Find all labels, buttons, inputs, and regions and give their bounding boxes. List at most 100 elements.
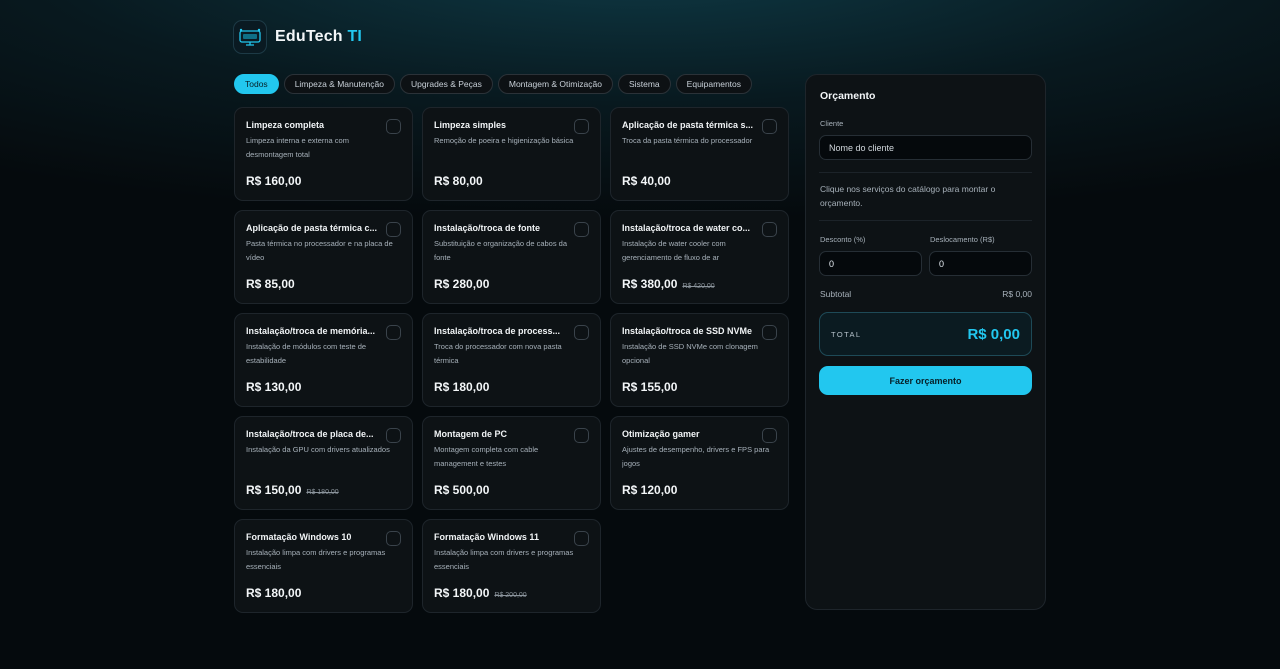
service-description: Instalação limpa com drivers e programas… bbox=[246, 548, 386, 571]
filter-chip-todos[interactable]: Todos bbox=[234, 74, 279, 94]
service-price: R$ 150,00 bbox=[246, 483, 302, 497]
checkbox-icon[interactable] bbox=[386, 119, 401, 134]
service-card[interactable]: Otimização gamer Ajustes de desempenho, … bbox=[610, 416, 789, 510]
price-row: R$ 380,00 R$ 420,00 bbox=[622, 277, 715, 291]
service-card[interactable]: Limpeza completa Limpeza interna e exter… bbox=[234, 107, 413, 201]
filter-chip-sistema[interactable]: Sistema bbox=[617, 74, 671, 94]
service-description: Instalação da GPU com drivers atualizado… bbox=[246, 445, 390, 454]
service-description: Troca da pasta térmica do processador bbox=[622, 136, 753, 145]
checkbox-icon[interactable] bbox=[386, 325, 401, 340]
filter-chip-limpeza[interactable]: Limpeza & Manutenção bbox=[283, 74, 395, 94]
service-description: Montagem completa com cable management e… bbox=[434, 445, 539, 468]
service-title: Instalação/troca de process... bbox=[434, 326, 561, 336]
service-title: Formatação Windows 10 bbox=[246, 532, 352, 542]
client-label: Cliente bbox=[820, 119, 844, 128]
service-description: Remoção de poeira e higienização básica bbox=[434, 136, 574, 145]
service-price: R$ 120,00 bbox=[622, 483, 678, 497]
service-title: Instalação/troca de memória... bbox=[246, 326, 376, 336]
service-card[interactable]: Limpeza simples Remoção de poeira e higi… bbox=[422, 107, 601, 201]
service-card[interactable]: Instalação/troca de memória... Instalaçã… bbox=[234, 313, 413, 407]
service-description: Ajustes de desempenho, drivers e FPS par… bbox=[622, 445, 770, 468]
service-description: Instalação limpa com drivers e programas… bbox=[434, 548, 574, 571]
total-label: TOTAL bbox=[831, 329, 862, 339]
service-card[interactable]: Aplicação de pasta térmica s... Troca da… bbox=[610, 107, 789, 201]
subtotal-value: R$ 0,00 bbox=[1002, 289, 1032, 299]
service-price: R$ 40,00 bbox=[622, 174, 671, 188]
service-card[interactable]: Formatação Windows 11 Instalação limpa c… bbox=[422, 519, 601, 613]
checkbox-icon[interactable] bbox=[762, 325, 777, 340]
service-price: R$ 85,00 bbox=[246, 277, 295, 291]
subtotal-label: Subtotal bbox=[820, 289, 852, 299]
total-box: TOTAL R$ 0,00 bbox=[819, 312, 1032, 356]
filter-chip-montagem[interactable]: Montagem & Otimização bbox=[497, 74, 613, 94]
logo-icon bbox=[233, 20, 267, 54]
category-filters: Todos Limpeza & Manutenção Upgrades & Pe… bbox=[234, 74, 753, 94]
checkbox-icon[interactable] bbox=[574, 222, 589, 237]
checkbox-icon[interactable] bbox=[762, 428, 777, 443]
service-card[interactable]: Formatação Windows 10 Instalação limpa c… bbox=[234, 519, 413, 613]
service-card[interactable]: Aplicação de pasta térmica c... Pasta té… bbox=[234, 210, 413, 304]
service-description: Troca do processador com nova pasta térm… bbox=[434, 342, 562, 365]
service-title: Instalação/troca de placa de... bbox=[246, 429, 374, 439]
service-description: Instalação de módulos com teste de estab… bbox=[246, 342, 367, 365]
service-old-price: R$ 200,00 bbox=[494, 592, 527, 599]
service-card[interactable]: Instalação/troca de fonte Substituição e… bbox=[422, 210, 601, 304]
travel-label: Deslocamento (R$) bbox=[930, 235, 995, 244]
price-row: R$ 130,00 bbox=[246, 380, 306, 394]
service-price: R$ 160,00 bbox=[246, 174, 302, 188]
price-row: R$ 150,00 R$ 180,00 bbox=[246, 483, 339, 497]
service-card[interactable]: Instalação/troca de placa de... Instalaç… bbox=[234, 416, 413, 510]
checkbox-icon[interactable] bbox=[574, 428, 589, 443]
service-title: Instalação/troca de fonte bbox=[434, 223, 541, 233]
service-price: R$ 180,00 bbox=[434, 380, 490, 394]
checkbox-icon[interactable] bbox=[386, 428, 401, 443]
travel-fee-input[interactable] bbox=[929, 251, 1032, 276]
price-row: R$ 280,00 bbox=[434, 277, 494, 291]
service-description: Instalação de water cooler com gerenciam… bbox=[622, 239, 726, 262]
price-row: R$ 155,00 bbox=[622, 380, 682, 394]
checkbox-icon[interactable] bbox=[574, 531, 589, 546]
brand-title: EduTech TI bbox=[275, 28, 362, 46]
service-description: Substituição e organização de cabos da f… bbox=[434, 239, 568, 262]
total-value: R$ 0,00 bbox=[967, 325, 1020, 343]
price-row: R$ 160,00 bbox=[246, 174, 306, 188]
price-row: R$ 180,00 bbox=[434, 380, 494, 394]
service-price: R$ 380,00 bbox=[622, 277, 678, 291]
price-row: R$ 120,00 bbox=[622, 483, 682, 497]
service-price: R$ 500,00 bbox=[434, 483, 490, 497]
price-row: R$ 180,00 R$ 200,00 bbox=[434, 586, 527, 600]
checkbox-icon[interactable] bbox=[762, 119, 777, 134]
brand-name: EduTech bbox=[275, 28, 343, 45]
service-card[interactable]: Instalação/troca de water co... Instalaç… bbox=[610, 210, 789, 304]
quote-title: Orçamento bbox=[820, 90, 876, 102]
service-title: Aplicação de pasta térmica c... bbox=[246, 223, 378, 233]
service-price: R$ 280,00 bbox=[434, 277, 490, 291]
service-card[interactable]: Instalação/troca de SSD NVMe Instalação … bbox=[610, 313, 789, 407]
price-row: R$ 85,00 bbox=[246, 277, 300, 291]
price-row: R$ 40,00 bbox=[622, 174, 676, 188]
service-card[interactable]: Instalação/troca de process... Troca do … bbox=[422, 313, 601, 407]
checkbox-icon[interactable] bbox=[386, 222, 401, 237]
app-header: EduTech TI bbox=[233, 20, 362, 54]
service-price: R$ 130,00 bbox=[246, 380, 302, 394]
price-row: R$ 500,00 bbox=[434, 483, 494, 497]
price-row: R$ 180,00 bbox=[246, 586, 306, 600]
checkbox-icon[interactable] bbox=[386, 531, 401, 546]
filter-chip-upgrades[interactable]: Upgrades & Peças bbox=[400, 74, 493, 94]
make-quote-button[interactable]: Fazer orçamento bbox=[819, 366, 1032, 395]
divider bbox=[819, 172, 1032, 173]
divider bbox=[819, 220, 1032, 221]
service-title: Instalação/troca de water co... bbox=[622, 223, 751, 233]
service-old-price: R$ 420,00 bbox=[682, 283, 715, 290]
client-name-input[interactable] bbox=[819, 135, 1032, 160]
price-row: R$ 80,00 bbox=[434, 174, 488, 188]
checkbox-icon[interactable] bbox=[762, 222, 777, 237]
service-price: R$ 180,00 bbox=[246, 586, 302, 600]
filter-chip-equipamentos[interactable]: Equipamentos bbox=[675, 74, 753, 94]
service-title: Limpeza completa bbox=[246, 120, 325, 130]
checkbox-icon[interactable] bbox=[574, 119, 589, 134]
discount-input[interactable] bbox=[819, 251, 922, 276]
discount-label: Desconto (%) bbox=[820, 235, 866, 244]
checkbox-icon[interactable] bbox=[574, 325, 589, 340]
service-card[interactable]: Montagem de PC Montagem completa com cab… bbox=[422, 416, 601, 510]
